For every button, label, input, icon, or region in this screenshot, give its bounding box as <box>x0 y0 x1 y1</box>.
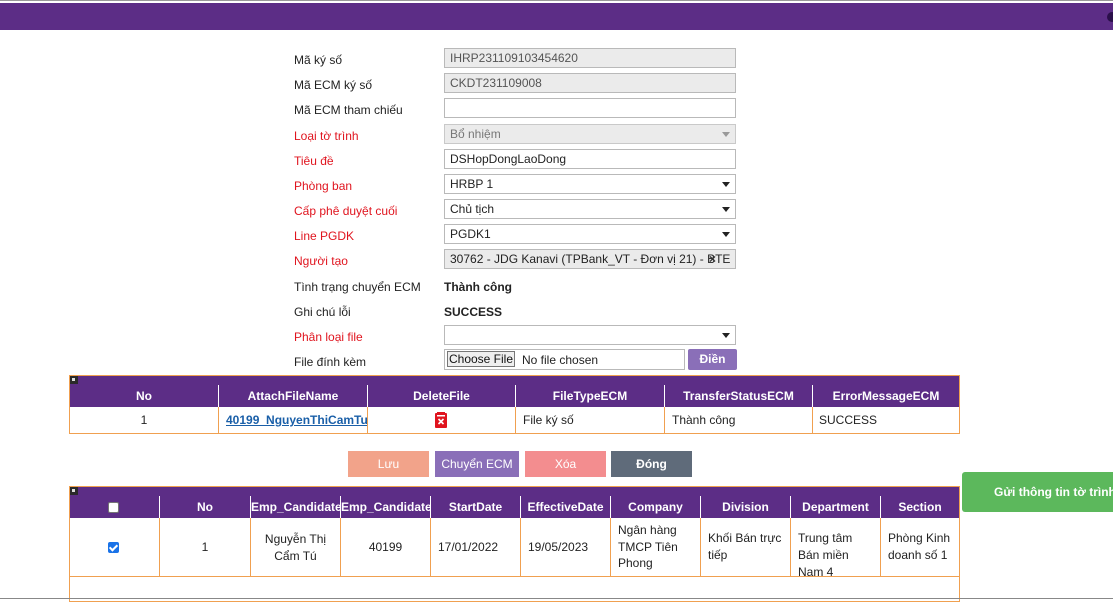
col-division[interactable]: Division <box>701 496 791 518</box>
ghi-chu-loi-value: SUCCESS <box>444 305 503 319</box>
row-checkbox[interactable] <box>108 542 119 553</box>
phong-ban-value: HRBP 1 <box>450 177 494 191</box>
label-tinh-trang-chuyen-ecm: Tình trạng chuyển ECM <box>294 280 421 294</box>
choose-file-button[interactable]: Choose File <box>447 351 515 367</box>
cell-company: Ngân hàng TMCP Tiên Phong <box>611 518 701 576</box>
cell-effective-date: 19/05/2023 <box>521 518 611 576</box>
ma-ky-so-input[interactable]: IHRP231109103454620 <box>444 48 736 68</box>
tieu-de-input[interactable]: DSHopDongLaoDong <box>444 149 736 169</box>
chevron-down-icon <box>722 333 730 338</box>
col-attach-file-name[interactable]: AttachFileName <box>219 385 368 407</box>
label-loai-to-trinh: Loại tờ trình <box>294 129 359 143</box>
cap-phe-duyet-cuoi-select[interactable]: Chủ tịch <box>444 199 736 219</box>
cap-phe-duyet-cuoi-value: Chủ tịch <box>450 202 495 216</box>
col-select-all <box>70 496 160 518</box>
phan-loai-file-select[interactable] <box>444 325 736 345</box>
cell-emp-name: Nguyễn Thị Cẩm Tú <box>251 518 341 576</box>
header-circle-icon <box>1107 12 1113 22</box>
label-phong-ban: Phòng ban <box>294 179 353 193</box>
chevron-down-icon <box>722 232 730 237</box>
cell-no: 1 <box>70 407 219 433</box>
label-file-dinh-kem: File đính kèm <box>294 355 367 369</box>
bottom-divider <box>0 598 1113 599</box>
col-emp-candidate-code[interactable]: Emp_Candidate <box>341 496 431 518</box>
trash-icon[interactable] <box>435 412 447 428</box>
cell-file-name: 40199_NguyenThiCamTu_C <box>219 407 368 433</box>
table-row: 1 40199_NguyenThiCamTu_C File ký số Thàn… <box>70 407 959 433</box>
transfer-ecm-button[interactable]: Chuyển ECM <box>435 451 519 477</box>
file-status-text: No file chosen <box>522 353 599 367</box>
cell-start-date: 17/01/2022 <box>431 518 521 576</box>
table-toolbar <box>70 487 959 496</box>
cell-department: Trung tâm Bán miền Nam 4 <box>791 518 881 576</box>
label-ghi-chu-loi: Ghi chú lỗi <box>294 305 351 319</box>
delete-button[interactable]: Xóa <box>525 451 606 477</box>
attach-table: No AttachFileName DeleteFile FileTypeECM… <box>69 375 960 434</box>
ma-ecm-ky-so-input[interactable]: CKDT231109008 <box>444 73 736 93</box>
col-emp-candidate-name[interactable]: Emp_Candidate <box>251 496 341 518</box>
label-nguoi-tao: Người tạo <box>294 254 348 268</box>
label-ma-ky-so: Mã ký số <box>294 53 343 67</box>
col-no[interactable]: No <box>70 385 219 407</box>
col-error-message-ecm[interactable]: ErrorMessageECM <box>813 385 959 407</box>
chevron-down-icon <box>722 182 730 187</box>
fill-button[interactable]: Điền <box>688 349 737 370</box>
cell-transfer-status: Thành công <box>665 407 813 433</box>
cell-division: Khối Bán trực tiếp <box>701 518 791 576</box>
cell-delete <box>368 407 516 433</box>
success-toast[interactable]: Gửi thông tin tờ trình thành công <box>962 472 1113 512</box>
table-toolbar <box>70 376 959 385</box>
label-phan-loai-file: Phân loại file <box>294 330 363 344</box>
cell-emp-code: 40199 <box>341 518 431 576</box>
label-tieu-de: Tiêu đề <box>294 154 334 168</box>
ma-ecm-tham-chieu-input[interactable] <box>444 98 736 118</box>
col-section[interactable]: Section <box>881 496 959 518</box>
table-row: 1 Nguyễn Thị Cẩm Tú 40199 17/01/2022 19/… <box>70 518 959 577</box>
col-file-type-ecm[interactable]: FileTypeECM <box>516 385 665 407</box>
col-start-date[interactable]: StartDate <box>431 496 521 518</box>
col-no[interactable]: No <box>160 496 251 518</box>
nguoi-tao-tag: 30762 - JDG Kanavi (TPBank_VT - Đơn vị 2… <box>450 252 731 266</box>
cell-section: Phòng Kinh doanh số 1 <box>888 531 951 562</box>
label-ma-ecm-tham-chieu: Mã ECM tham chiếu <box>294 103 403 117</box>
expand-icon[interactable] <box>70 376 78 384</box>
select-all-checkbox[interactable] <box>108 502 119 513</box>
attach-table-header: No AttachFileName DeleteFile FileTypeECM… <box>70 385 959 407</box>
chevron-down-icon <box>722 207 730 212</box>
label-cap-phe-duyet-cuoi: Cấp phê duyệt cuối <box>294 204 398 218</box>
col-transfer-status-ecm[interactable]: TransferStatusECM <box>665 385 813 407</box>
line-pgdk-select[interactable]: PGDK1 <box>444 224 736 244</box>
col-delete-file[interactable]: DeleteFile <box>368 385 516 407</box>
candidate-table-header: No Emp_Candidate Emp_Candidate StartDate… <box>70 496 959 518</box>
cell-error-message: SUCCESS <box>819 413 878 427</box>
expand-icon[interactable] <box>70 487 78 495</box>
nguoi-tao-select[interactable]: 30762 - JDG Kanavi (TPBank_VT - Đơn vị 2… <box>444 249 736 269</box>
cell-file-type: File ký số <box>516 407 665 433</box>
tinh-trang-chuyen-ecm-value: Thành công <box>444 280 512 294</box>
candidate-table: No Emp_Candidate Emp_Candidate StartDate… <box>69 486 960 602</box>
col-effective-date[interactable]: EffectiveDate <box>521 496 611 518</box>
loai-to-trinh-select[interactable]: Bổ nhiệm <box>444 124 736 144</box>
label-line-pgdk: Line PGDK <box>294 229 355 243</box>
close-button[interactable]: Đóng <box>611 451 692 477</box>
window-top-border <box>0 0 1113 1</box>
close-icon[interactable]: × <box>709 250 716 268</box>
loai-to-trinh-value: Bổ nhiệm <box>450 127 501 141</box>
cell-select <box>70 518 160 576</box>
phong-ban-select[interactable]: HRBP 1 <box>444 174 736 194</box>
line-pgdk-value: PGDK1 <box>450 227 491 241</box>
col-department[interactable]: Department <box>791 496 881 518</box>
label-ma-ecm-ky-so: Mã ECM ký số <box>294 78 373 92</box>
save-button[interactable]: Lưu <box>348 451 429 477</box>
col-company[interactable]: Company <box>611 496 701 518</box>
top-header-bar <box>0 3 1113 30</box>
cell-no: 1 <box>160 518 251 576</box>
chevron-down-icon <box>722 132 730 137</box>
attach-file-link[interactable]: 40199_NguyenThiCamTu_C <box>226 413 367 427</box>
